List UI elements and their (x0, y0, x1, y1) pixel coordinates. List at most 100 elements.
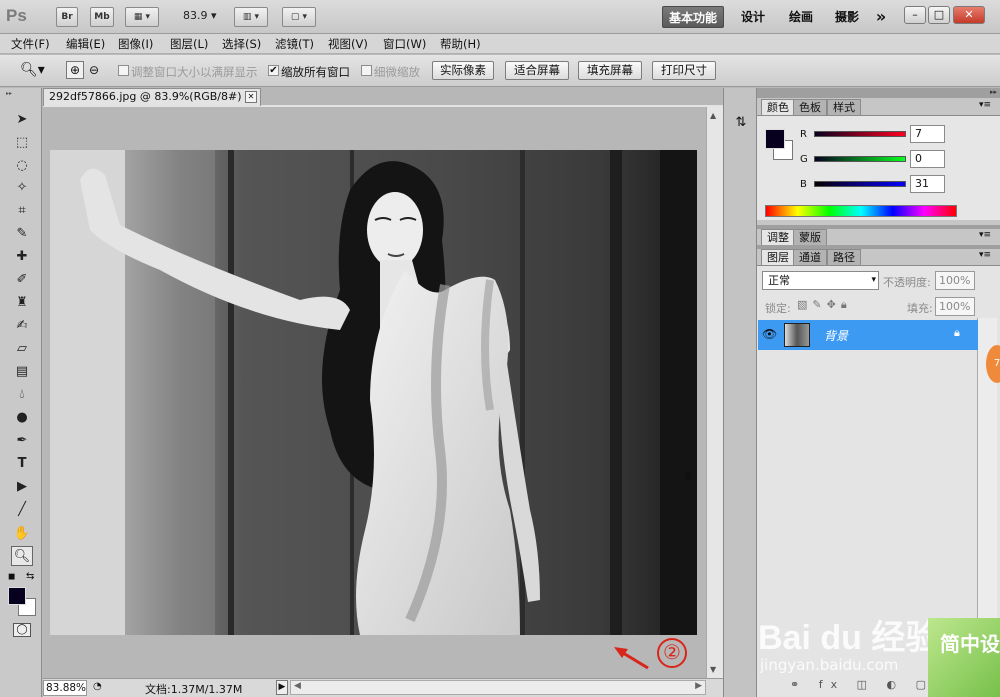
arrange-documents-button[interactable]: ▥ ▾ (234, 7, 268, 27)
opacity-field[interactable]: 100% (935, 271, 975, 290)
fill-field[interactable]: 100% (935, 297, 975, 316)
zoom-level[interactable]: 83.9 ▾ (183, 9, 217, 22)
history-brush-tool-icon[interactable]: ✍ (11, 316, 33, 336)
zoom-in-icon[interactable]: ⊕ (66, 61, 84, 79)
blend-mode-select[interactable]: 正常 ▾ (762, 271, 879, 290)
history-panel-icon[interactable]: ⇅ (730, 112, 752, 134)
swap-colors-icon[interactable]: ⇆ (26, 571, 34, 582)
blur-tool-icon[interactable]: 💧︎ (11, 385, 33, 405)
resize-windows-checkbox[interactable] (118, 65, 129, 76)
input-g[interactable]: 0 (910, 150, 945, 168)
minimize-icon[interactable]: – (904, 6, 926, 24)
crop-tool-icon[interactable]: ⌗ (11, 201, 33, 221)
menu-filter[interactable]: 滤镜(T) (275, 36, 314, 52)
eraser-tool-icon[interactable]: ▱ (11, 339, 33, 359)
pen-tool-icon[interactable]: ✒ (11, 431, 33, 451)
layer-name[interactable]: 背景 (824, 327, 848, 344)
menu-help[interactable]: 帮助(H) (440, 36, 481, 52)
slider-g[interactable] (814, 156, 906, 162)
menu-select[interactable]: 选择(S) (222, 36, 261, 52)
bridge-button[interactable]: Br (56, 7, 78, 27)
clone-stamp-tool-icon[interactable]: ♜ (11, 293, 33, 313)
input-r[interactable]: 7 (910, 125, 945, 143)
scrubby-zoom-checkbox[interactable] (361, 65, 372, 76)
healing-brush-tool-icon[interactable]: ✚ (11, 247, 33, 267)
status-info-icon[interactable]: ◔ (93, 681, 102, 692)
status-zoom-field[interactable]: 83.88% (43, 680, 87, 696)
tab-paths[interactable]: 路径 (827, 249, 861, 265)
layer-row-background[interactable]: 👁︎ 背景 🔒︎ (758, 320, 978, 350)
dodge-tool-icon[interactable]: ● (11, 408, 33, 428)
menu-window[interactable]: 窗口(W) (383, 36, 426, 52)
tab-adjustments[interactable]: 调整 (761, 229, 795, 245)
menu-layer[interactable]: 图层(L) (170, 36, 208, 52)
input-b[interactable]: 31 (910, 175, 945, 193)
fill-screen-button[interactable]: 填充屏幕 (578, 61, 642, 80)
dock-collapse-icon[interactable]: ▸▸ (757, 88, 1000, 98)
workspace-design[interactable]: 设计 (734, 6, 772, 28)
move-tool-icon[interactable]: ➤ (11, 110, 33, 130)
tab-channels[interactable]: 通道 (793, 249, 827, 265)
color-spectrum-ramp[interactable] (765, 205, 957, 217)
fit-screen-button[interactable]: 适合屏幕 (505, 61, 569, 80)
tab-layers[interactable]: 图层 (761, 249, 795, 265)
slider-b[interactable] (814, 181, 906, 187)
tab-swatches[interactable]: 色板 (793, 99, 827, 115)
title-bar: Ps Br Mb ▦ ▾ 83.9 ▾ ▥ ▾ ▢ ▾ 基本功能 设计 绘画 摄… (0, 0, 1000, 34)
status-menu-icon[interactable]: ▶ (276, 680, 288, 695)
scroll-left-icon[interactable]: ◀ (294, 681, 301, 691)
type-tool-icon[interactable]: T (11, 454, 33, 474)
menu-edit[interactable]: 编辑(E) (66, 36, 105, 52)
workspace-photo[interactable]: 摄影 (828, 6, 866, 28)
layer-visibility-eye-icon[interactable]: 👁︎ (762, 327, 777, 341)
horizontal-scrollbar[interactable]: ◀ ▶ (290, 680, 706, 695)
brush-tool-icon[interactable]: ✐ (11, 270, 33, 290)
vertical-scrollbar[interactable]: ▲ ▼ (706, 107, 723, 678)
color-panel-menu-icon[interactable]: ▾≡ (979, 100, 991, 110)
workspace-basic[interactable]: 基本功能 (662, 6, 724, 28)
scroll-right-icon[interactable]: ▶ (695, 681, 702, 691)
lasso-tool-icon[interactable]: ◌ (11, 156, 33, 176)
screen-mode-button[interactable]: ▢ ▾ (282, 7, 316, 27)
foreground-color-swatch[interactable] (8, 587, 26, 605)
more-workspaces-icon[interactable]: » (870, 6, 892, 28)
marquee-tool-icon[interactable]: ⬚ (11, 133, 33, 153)
view-extras-button[interactable]: ▦ ▾ (125, 7, 159, 27)
path-select-tool-icon[interactable]: ▶ (11, 477, 33, 497)
workspace-paint[interactable]: 绘画 (782, 6, 820, 28)
menu-file[interactable]: 文件(F) (11, 36, 50, 52)
line-tool-icon[interactable]: ╱ (11, 500, 33, 520)
tab-color[interactable]: 颜色 (761, 99, 795, 115)
close-icon[interactable]: ✕ (953, 6, 985, 24)
hand-tool-icon[interactable]: ✋ (11, 524, 33, 544)
menu-image[interactable]: 图像(I) (118, 36, 153, 52)
document-tab[interactable]: 292df57866.jpg @ 83.9%(RGB/8#) * ✕ (43, 88, 261, 106)
panel-grip[interactable]: ▸▸ (6, 90, 36, 97)
gradient-tool-icon[interactable]: ▤ (11, 362, 33, 382)
maximize-icon[interactable]: □ (928, 6, 950, 24)
close-tab-icon[interactable]: ✕ (245, 91, 257, 103)
lock-icons[interactable]: ▧✎✥🔒︎ (797, 298, 852, 312)
scroll-down-icon[interactable]: ▼ (710, 665, 716, 674)
zoom-tool-icon[interactable]: 🔍︎ (11, 546, 33, 566)
quick-mask-icon[interactable]: ◯ (13, 623, 31, 637)
slider-r[interactable] (814, 131, 906, 137)
zoom-all-checkbox[interactable]: ✔ (268, 65, 279, 76)
image-canvas[interactable] (50, 150, 697, 635)
default-colors-icon[interactable]: ◼ (8, 572, 15, 582)
layers-panel-menu-icon[interactable]: ▾≡ (979, 250, 991, 260)
zoom-tool-preset-icon[interactable]: 🔍︎▾ (20, 62, 45, 78)
print-size-button[interactable]: 打印尺寸 (652, 61, 716, 80)
eyedropper-tool-icon[interactable]: ✎ (11, 224, 33, 244)
zoom-out-icon[interactable]: ⊖ (86, 61, 102, 79)
tab-styles[interactable]: 样式 (827, 99, 861, 115)
actual-pixels-button[interactable]: 实际像素 (432, 61, 494, 80)
minibridge-button[interactable]: Mb (90, 7, 114, 27)
color-fg-swatch[interactable] (765, 129, 785, 149)
adjust-panel-menu-icon[interactable]: ▾≡ (979, 230, 991, 240)
tab-masks[interactable]: 蒙版 (793, 229, 827, 245)
quick-select-tool-icon[interactable]: ✧ (11, 178, 33, 198)
menu-view[interactable]: 视图(V) (328, 36, 368, 52)
lock-label: 锁定: (765, 302, 791, 315)
scroll-up-icon[interactable]: ▲ (710, 111, 716, 120)
